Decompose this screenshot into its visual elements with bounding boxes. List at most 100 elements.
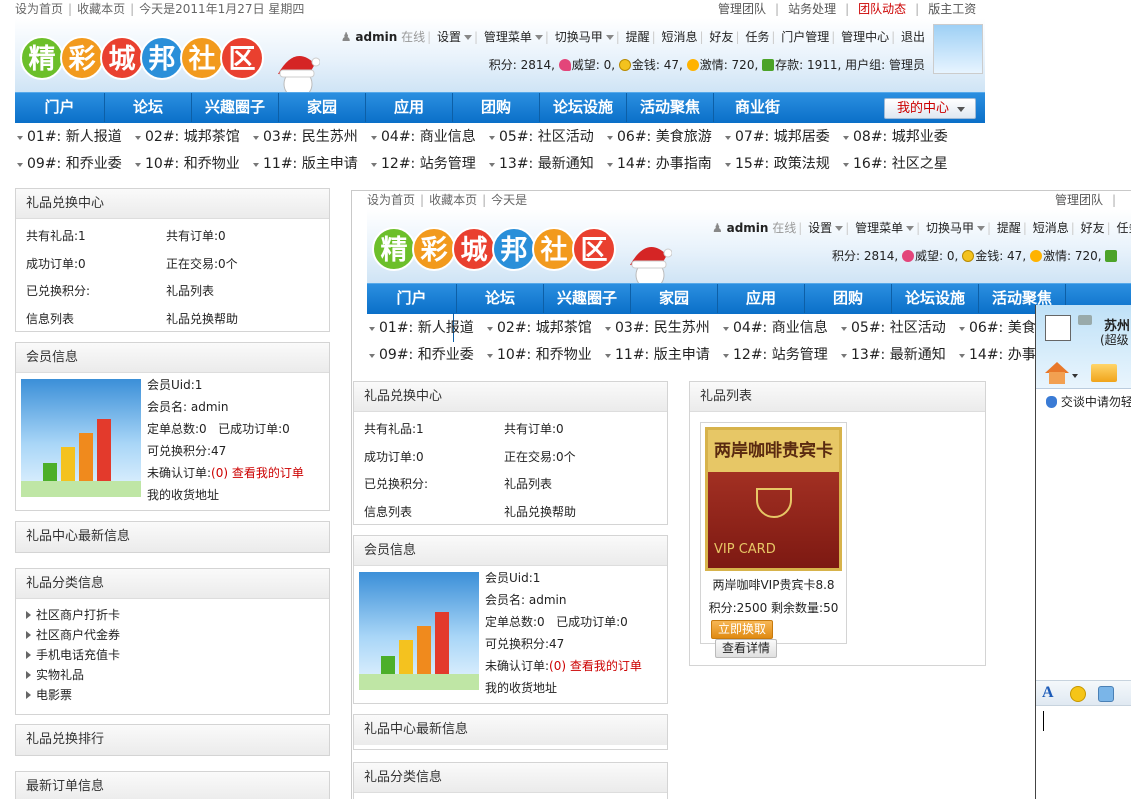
tasks-link[interactable]: 任务 bbox=[1117, 221, 1131, 235]
animated-emoji-icon[interactable] bbox=[1098, 686, 1114, 702]
gift-list-link[interactable]: 礼品列表 bbox=[166, 282, 214, 299]
subnav-item[interactable]: 04#: 商业信息 bbox=[721, 315, 839, 342]
admin-center-link[interactable]: 管理中心 bbox=[841, 30, 889, 44]
subnav-item[interactable]: 10#: 和乔物业 bbox=[485, 342, 603, 369]
add-favorite-link[interactable]: 收藏本页 bbox=[429, 193, 477, 207]
emoji-icon[interactable] bbox=[1070, 686, 1086, 702]
nav-apps[interactable]: 应用 bbox=[718, 284, 805, 313]
font-icon[interactable]: A bbox=[1042, 684, 1054, 702]
subnav-item[interactable]: 13#: 最新通知 bbox=[839, 342, 957, 369]
subnav-item[interactable]: 10#: 和乔物业 bbox=[133, 151, 251, 178]
subnav-item[interactable]: 01#: 新人报道 bbox=[367, 315, 485, 342]
nav-groupbuy[interactable]: 团购 bbox=[805, 284, 892, 313]
avatar[interactable] bbox=[933, 24, 983, 74]
site-affairs-link[interactable]: 站务处理 bbox=[788, 2, 836, 16]
category-item[interactable]: 实物礼品 bbox=[26, 665, 329, 685]
gift-card-image[interactable]: 两岸咖啡贵宾卡 VIP CARD bbox=[705, 427, 842, 571]
subnav-item[interactable]: 11#: 版主申请 bbox=[603, 342, 721, 369]
nav-forum[interactable]: 论坛 bbox=[105, 93, 192, 122]
subnav-item[interactable]: 06#: 美食旅游 bbox=[605, 124, 723, 151]
nav-groupbuy[interactable]: 团购 bbox=[453, 93, 540, 122]
settings-menu[interactable]: 设置 bbox=[437, 30, 461, 44]
nav-portal[interactable]: 门户 bbox=[15, 93, 105, 122]
team-news-link[interactable]: 团队动态 bbox=[858, 2, 906, 16]
subnav-item[interactable]: 11#: 版主申请 bbox=[251, 151, 369, 178]
username[interactable]: admin bbox=[355, 30, 397, 44]
nav-home[interactable]: 家园 bbox=[279, 93, 366, 122]
gift-help-link[interactable]: 礼品兑换帮助 bbox=[504, 503, 576, 520]
nav-home[interactable]: 家园 bbox=[631, 284, 718, 313]
category-item[interactable]: 电影票 bbox=[26, 685, 329, 705]
my-center-dropdown[interactable]: 我的中心 bbox=[884, 98, 976, 119]
chevron-down-icon[interactable] bbox=[1072, 374, 1078, 381]
username[interactable]: admin bbox=[727, 221, 769, 235]
gift-list-link[interactable]: 礼品列表 bbox=[504, 475, 552, 492]
subnav-item[interactable]: 03#: 民生苏州 bbox=[251, 124, 369, 151]
nav-circles[interactable]: 兴趣圈子 bbox=[192, 93, 279, 122]
add-favorite-link[interactable]: 收藏本页 bbox=[77, 2, 125, 16]
category-item[interactable]: 社区商户代金券 bbox=[26, 625, 329, 645]
subnav-item[interactable]: 09#: 和乔业委 bbox=[367, 342, 485, 369]
category-item[interactable]: 手机电话充值卡 bbox=[26, 645, 329, 665]
set-homepage-link[interactable]: 设为首页 bbox=[15, 2, 63, 16]
subnav-item[interactable]: 03#: 民生苏州 bbox=[603, 315, 721, 342]
subnav-item[interactable]: 16#: 社区之星 bbox=[841, 151, 959, 178]
gift-name[interactable]: 两岸咖啡VIP贵宾卡8.8 bbox=[705, 575, 842, 595]
friends-link[interactable]: 好友 bbox=[709, 30, 733, 44]
chat-input[interactable] bbox=[1036, 707, 1131, 799]
nav-forum[interactable]: 论坛 bbox=[457, 284, 544, 313]
nav-portal[interactable]: 门户 bbox=[367, 284, 457, 313]
admin-team-link[interactable]: 管理团队 bbox=[718, 2, 766, 16]
view-orders-link[interactable]: (0) 查看我的订单 bbox=[211, 466, 304, 480]
site-logo[interactable]: 精彩城邦社区 bbox=[372, 227, 672, 283]
subnav-item[interactable]: 02#: 城邦茶馆 bbox=[485, 315, 603, 342]
info-list-link[interactable]: 信息列表 bbox=[364, 503, 412, 520]
chat-avatar[interactable] bbox=[1045, 315, 1071, 341]
admin-menu[interactable]: 管理菜单 bbox=[484, 30, 532, 44]
shipping-address-link[interactable]: 我的收货地址 bbox=[485, 677, 642, 699]
reminder-link[interactable]: 提醒 bbox=[997, 221, 1021, 235]
info-list-link[interactable]: 信息列表 bbox=[26, 310, 74, 327]
friends-link[interactable]: 好友 bbox=[1081, 221, 1105, 235]
nav-apps[interactable]: 应用 bbox=[366, 93, 453, 122]
view-details-button[interactable]: 查看详情 bbox=[715, 639, 778, 658]
admin-team-link[interactable]: 管理团队 bbox=[1055, 193, 1103, 207]
category-item[interactable]: 社区商户打折卡 bbox=[26, 605, 329, 625]
shipping-address-link[interactable]: 我的收货地址 bbox=[147, 484, 304, 506]
settings-menu[interactable]: 设置 bbox=[808, 221, 832, 235]
logout-link[interactable]: 退出 bbox=[901, 30, 925, 44]
tasks-link[interactable]: 任务 bbox=[745, 30, 769, 44]
nav-shops[interactable]: 商业街 bbox=[714, 93, 801, 122]
subnav-item[interactable]: 02#: 城邦茶馆 bbox=[133, 124, 251, 151]
reminder-link[interactable]: 提醒 bbox=[626, 30, 650, 44]
subnav-item[interactable]: 04#: 商业信息 bbox=[369, 124, 487, 151]
nav-circles[interactable]: 兴趣圈子 bbox=[544, 284, 631, 313]
nav-facilities[interactable]: 论坛设施 bbox=[892, 284, 979, 313]
subnav-item[interactable]: 12#: 站务管理 bbox=[721, 342, 839, 369]
messages-link[interactable]: 短消息 bbox=[1033, 221, 1069, 235]
nav-facilities[interactable]: 论坛设施 bbox=[540, 93, 627, 122]
set-homepage-link[interactable]: 设为首页 bbox=[367, 193, 415, 207]
messages-link[interactable]: 短消息 bbox=[662, 30, 698, 44]
portal-admin-link[interactable]: 门户管理 bbox=[781, 30, 829, 44]
switch-account-menu[interactable]: 切换马甲 bbox=[555, 30, 603, 44]
switch-account-menu[interactable]: 切换马甲 bbox=[926, 221, 974, 235]
site-logo[interactable]: 精彩城邦社区 bbox=[20, 36, 320, 92]
moderator-salary-link[interactable]: 版主工资 bbox=[928, 2, 976, 16]
subnav-item[interactable]: 15#: 政策法规 bbox=[723, 151, 841, 178]
redeem-button[interactable]: 立即换取 bbox=[711, 620, 774, 639]
subnav-item[interactable]: 12#: 站务管理 bbox=[369, 151, 487, 178]
nav-events[interactable]: 活动聚焦 bbox=[627, 93, 714, 122]
subnav-item[interactable]: 08#: 城邦业委 bbox=[841, 124, 959, 151]
subnav-item[interactable]: 14#: 办事指南 bbox=[605, 151, 723, 178]
gift-help-link[interactable]: 礼品兑换帮助 bbox=[166, 310, 238, 327]
admin-menu[interactable]: 管理菜单 bbox=[855, 221, 903, 235]
folder-icon[interactable] bbox=[1091, 364, 1117, 382]
subnav-item[interactable]: 05#: 社区活动 bbox=[487, 124, 605, 151]
subnav-item[interactable]: 13#: 最新通知 bbox=[487, 151, 605, 178]
subnav-item[interactable]: 09#: 和乔业委 bbox=[15, 151, 133, 178]
subnav-item[interactable]: 07#: 城邦居委 bbox=[723, 124, 841, 151]
view-orders-link[interactable]: (0) 查看我的订单 bbox=[549, 659, 642, 673]
gift-card[interactable]: 两岸咖啡贵宾卡 VIP CARD 两岸咖啡VIP贵宾卡8.8 积分:2500 剩… bbox=[700, 422, 847, 658]
subnav-item[interactable]: 05#: 社区活动 bbox=[839, 315, 957, 342]
